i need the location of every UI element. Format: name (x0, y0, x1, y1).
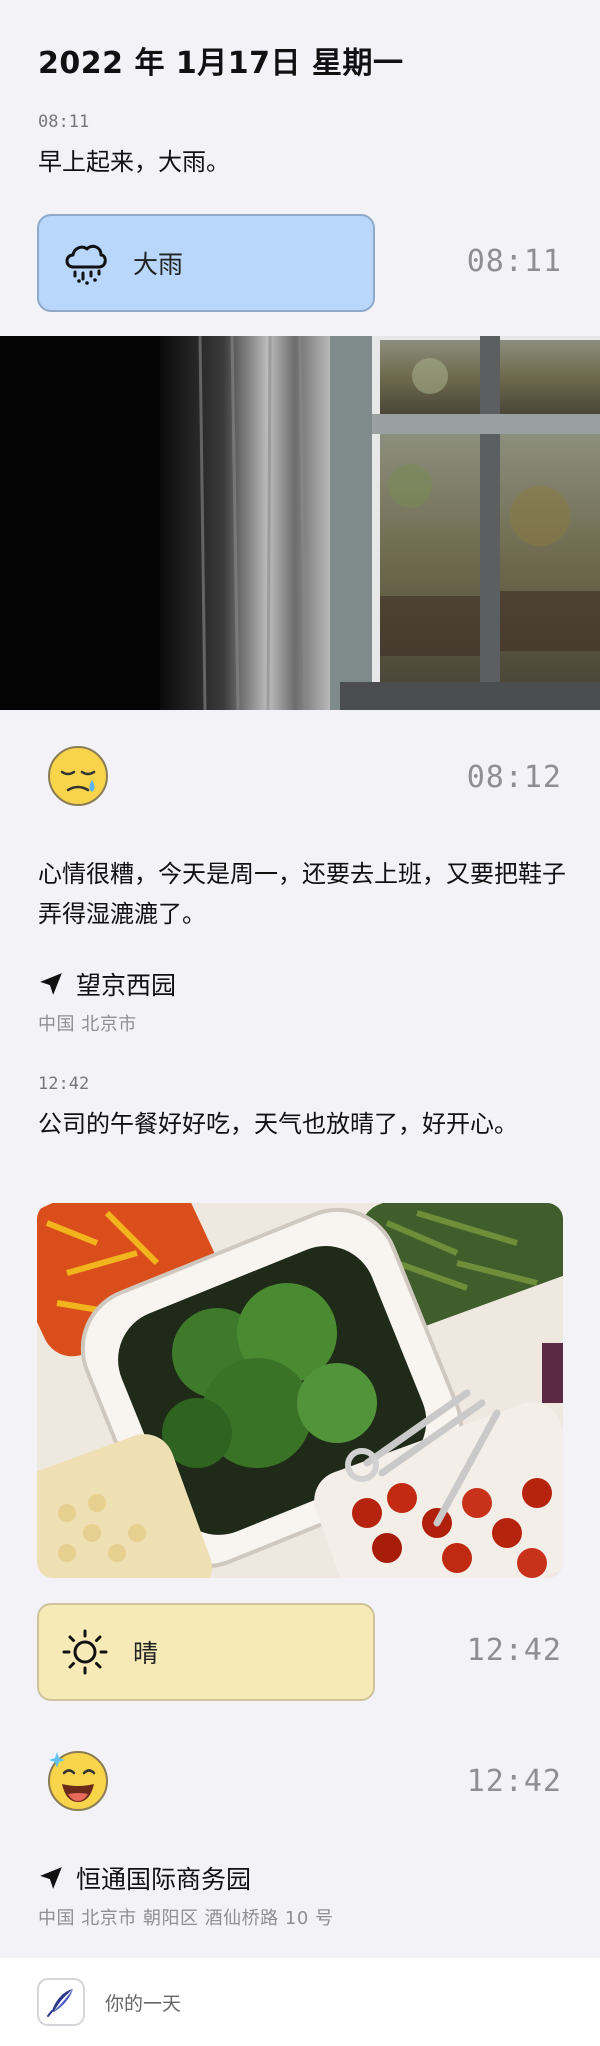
entry-text: 心情很糟，今天是周一，还要去上班，又要把鞋子弄得湿漉漉了。 (38, 860, 566, 928)
bottom-bar[interactable]: 你的一天 (0, 1958, 600, 2046)
weather-label: 晴 (133, 1639, 159, 1668)
weather-time: 12:42 (466, 1633, 562, 1668)
entry-time: 08:11 (38, 112, 90, 132)
app-name: 你的一天 (105, 1992, 182, 2015)
location-name: 望京西园 (76, 971, 177, 1000)
weather-time: 08:11 (466, 244, 562, 279)
weather-label: 大雨 (133, 250, 184, 279)
rain-cloud-icon (61, 239, 109, 287)
diary-page: 2022 年 1月17日 星期一 08:11 早上起来，大雨。 大雨 08:11 (0, 0, 600, 2046)
mood-time: 08:12 (466, 760, 562, 795)
salad-bar-photo[interactable] (37, 1203, 563, 1578)
quill-pen-icon[interactable] (37, 1978, 85, 2026)
mood-time: 12:42 (466, 1764, 562, 1799)
entry-text: 早上起来，大雨。 (38, 148, 230, 176)
entry-time: 12:42 (38, 1074, 90, 1094)
sun-icon (61, 1628, 109, 1676)
location-arrow-icon (40, 1867, 62, 1889)
page-title: 2022 年 1月17日 星期一 (38, 46, 404, 81)
weather-card-rain[interactable]: 大雨 (37, 214, 375, 312)
sleepy-sad-face-icon[interactable] (46, 744, 110, 808)
rainy-window-photo[interactable] (0, 336, 600, 710)
location-name: 恒通国际商务园 (76, 1865, 252, 1894)
weather-card-sunny[interactable]: 晴 (37, 1603, 375, 1701)
entry-text: 公司的午餐好好吃，天气也放晴了，好开心。 (38, 1110, 518, 1138)
location-title[interactable]: 恒通国际商务园 (38, 1860, 251, 1896)
location-address: 中国 北京市 朝阳区 酒仙桥路 10 号 (38, 1908, 334, 1929)
location-arrow-icon (40, 973, 62, 995)
location-title[interactable]: 望京西园 (38, 966, 176, 1002)
happy-face-icon[interactable] (46, 1748, 110, 1812)
location-address: 中国 北京市 (38, 1014, 137, 1035)
